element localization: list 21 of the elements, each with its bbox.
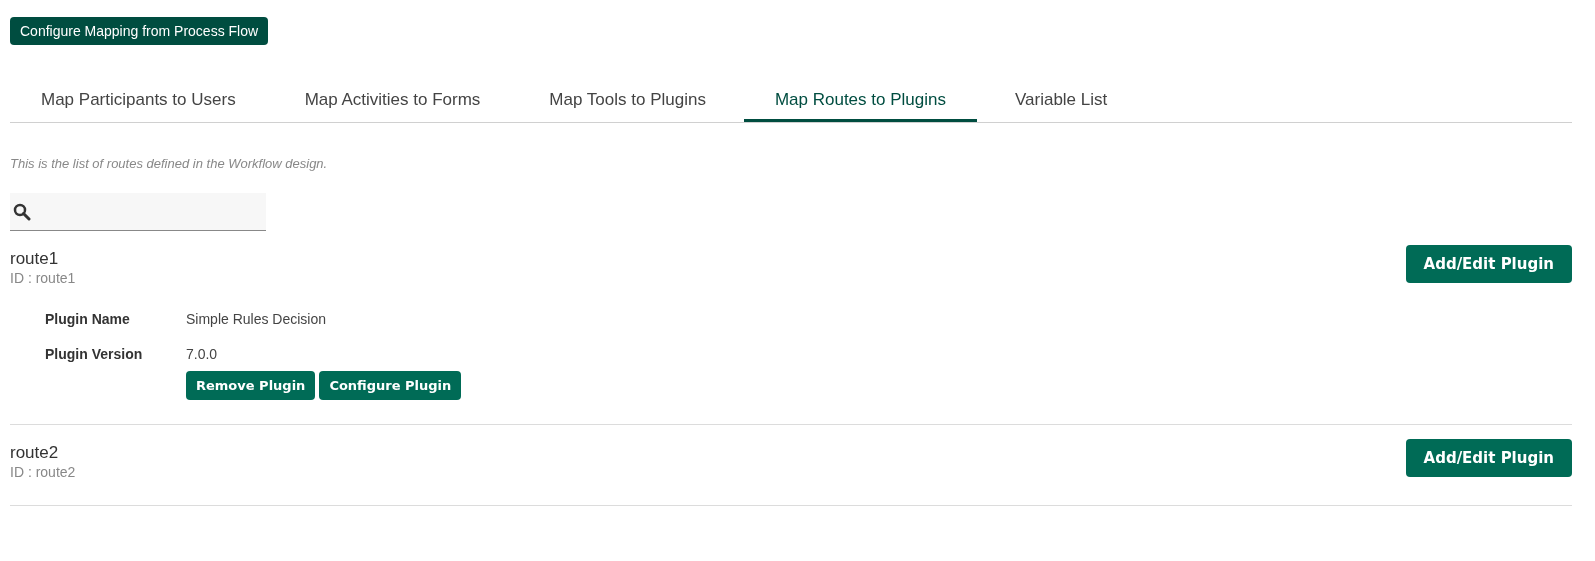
field-value: Simple Rules Decision [186, 310, 327, 329]
configure-mapping-button[interactable]: Configure Mapping from Process Flow [10, 17, 269, 45]
field-label: Plugin Version [45, 345, 144, 364]
tab[interactable]: Map Routes to Plugins [743, 79, 977, 122]
plugin-button[interactable]: Remove Plugin [186, 371, 316, 400]
plugin-button[interactable]: Configure Plugin [319, 371, 462, 400]
description-text: This is the list of routes defined in the Workflow design. [10, 154, 329, 173]
tab[interactable]: Map Activities to Forms [273, 79, 512, 122]
route-name: route1 [10, 249, 60, 269]
tab[interactable]: Map Tools to Plugins [518, 79, 737, 122]
search-icon [13, 202, 31, 221]
add-edit-plugin-button[interactable]: Add/Edit Plugin [1405, 245, 1572, 283]
add-edit-plugin-button[interactable]: Add/Edit Plugin [1405, 439, 1572, 477]
tab[interactable]: Variable List [983, 79, 1139, 122]
route-id: ID : route2 [10, 463, 76, 481]
tab[interactable]: Map Participants to Users [10, 79, 267, 122]
search-field[interactable] [10, 193, 266, 231]
field-value: 7.0.0 [186, 345, 218, 364]
route-name: route2 [10, 443, 60, 463]
route-id: ID : route1 [10, 269, 76, 287]
field-label: Plugin Name [45, 310, 131, 329]
